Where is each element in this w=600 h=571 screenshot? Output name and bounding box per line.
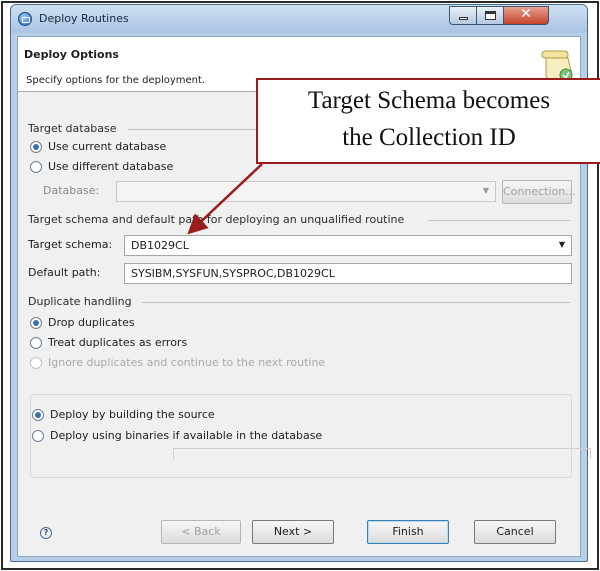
minimize-button[interactable] xyxy=(449,6,477,25)
close-button[interactable]: ✕ xyxy=(503,6,549,25)
deploy-build-source-label: Deploy by building the source xyxy=(50,408,215,421)
drop-duplicates-radio[interactable] xyxy=(30,317,42,329)
banner-title: Deploy Options xyxy=(24,48,119,61)
cancel-button[interactable]: Cancel xyxy=(474,520,556,544)
schema-section-label: Target schema and default path for deplo… xyxy=(28,213,405,226)
next-button[interactable]: Next > xyxy=(252,520,334,544)
target-schema-label: Target schema: xyxy=(28,238,113,251)
banner-description: Specify options for the deployment. xyxy=(26,75,206,86)
maximize-icon xyxy=(485,11,496,20)
ignore-duplicates-radio[interactable] xyxy=(30,357,42,369)
minimize-icon xyxy=(459,17,468,20)
drop-duplicates-label: Drop duplicates xyxy=(48,316,135,329)
app-icon xyxy=(18,12,32,26)
default-path-input[interactable]: SYSIBM,SYSFUN,SYSPROC,DB1029CL xyxy=(124,263,572,284)
back-button[interactable]: < Back xyxy=(161,520,241,544)
target-schema-dropdown[interactable]: DB1029CL ▼ xyxy=(124,235,572,256)
chevron-down-icon: ▼ xyxy=(482,186,489,195)
finish-button[interactable]: Finish xyxy=(367,520,449,544)
deploy-binaries-radio[interactable] xyxy=(32,430,44,442)
section-divider xyxy=(428,220,570,221)
duplicate-handling-label: Duplicate handling xyxy=(28,295,132,308)
treat-duplicates-radio[interactable] xyxy=(30,337,42,349)
use-different-database-radio[interactable] xyxy=(30,161,42,173)
annotation-text: Target Schema becomes the Collection ID xyxy=(307,87,551,151)
target-database-label: Target database xyxy=(28,122,117,135)
maximize-button[interactable] xyxy=(476,6,504,25)
section-divider xyxy=(142,302,570,303)
treat-duplicates-label: Treat duplicates as errors xyxy=(48,336,188,349)
ignore-duplicates-label: Ignore duplicates and continue to the ne… xyxy=(48,356,326,369)
use-current-database-label: Use current database xyxy=(48,140,167,153)
deploy-binaries-label: Deploy using binaries if available in th… xyxy=(50,429,323,442)
close-icon: ✕ xyxy=(520,6,532,22)
deploy-build-source-radio[interactable] xyxy=(32,409,44,421)
use-different-database-label: Use different database xyxy=(48,160,174,173)
use-current-database-radio[interactable] xyxy=(30,141,42,153)
title-bar[interactable]: Deploy Routines ✕ xyxy=(11,5,587,33)
target-schema-value: DB1029CL xyxy=(131,239,189,252)
window-title: Deploy Routines xyxy=(39,12,129,25)
help-icon[interactable]: ? xyxy=(40,527,52,539)
default-path-value: SYSIBM,SYSFUN,SYSPROC,DB1029CL xyxy=(131,267,335,280)
database-label: Database: xyxy=(43,184,100,197)
chevron-down-icon: ▼ xyxy=(558,240,565,249)
options-panel xyxy=(173,448,591,459)
database-dropdown[interactable]: ▼ xyxy=(116,181,496,202)
default-path-label: Default path: xyxy=(28,266,101,279)
annotation-callout: Target Schema becomes the Collection ID xyxy=(256,78,600,164)
connection-button[interactable]: Connection... xyxy=(502,180,576,204)
